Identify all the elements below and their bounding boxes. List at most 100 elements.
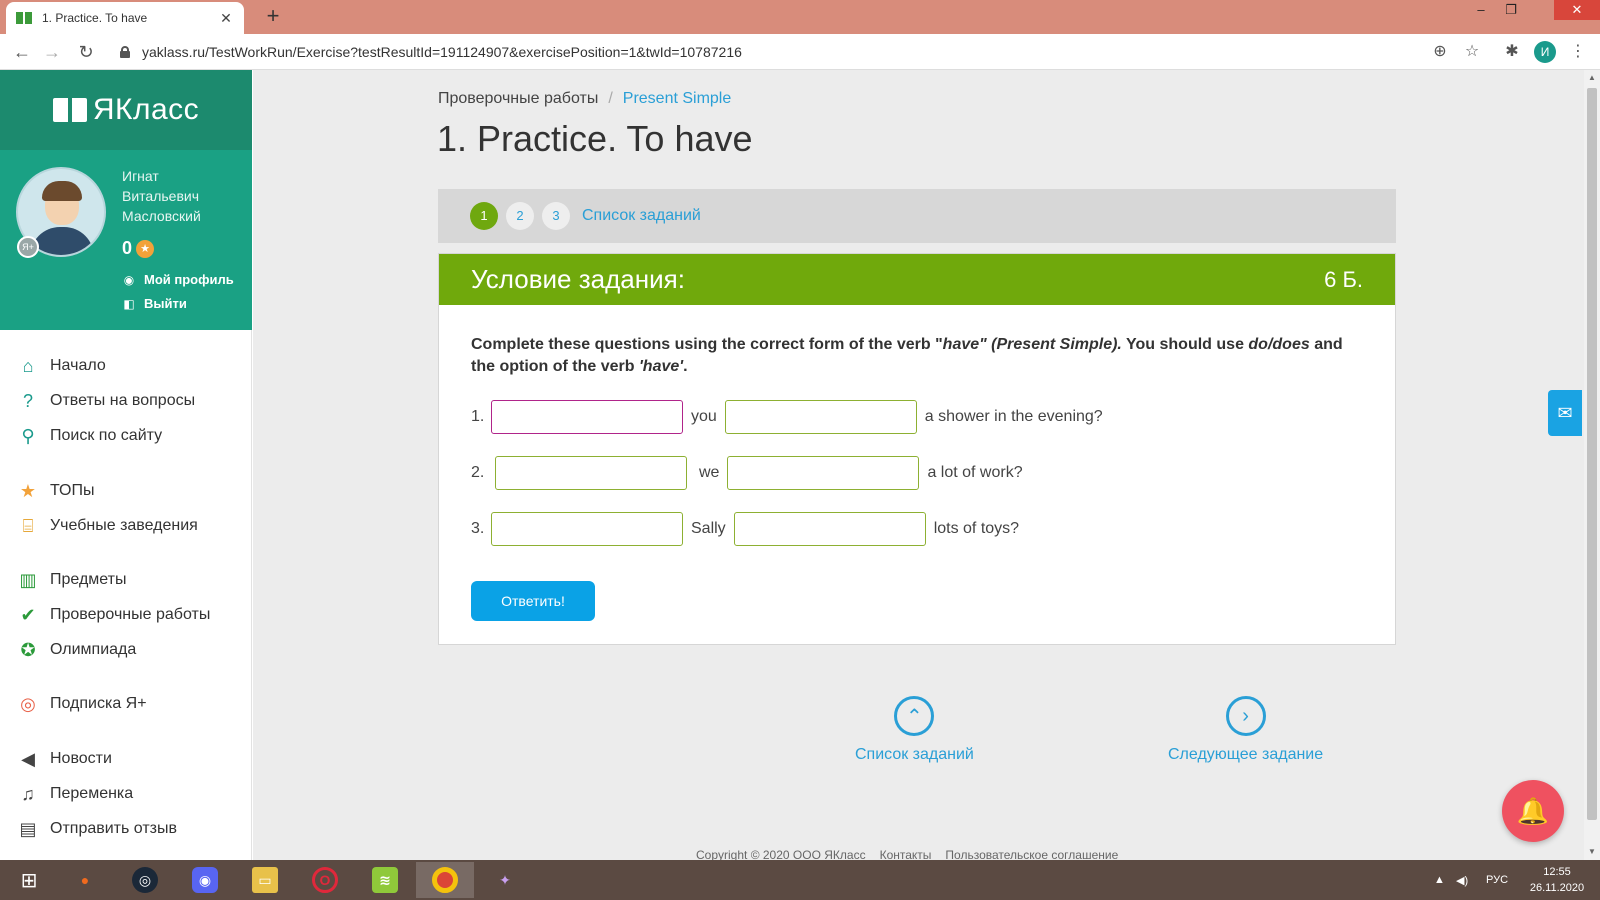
my-profile-link[interactable]: ◉ Мой профиль: [122, 272, 234, 287]
search-icon: ⚲: [21, 425, 35, 446]
submit-answer-button[interactable]: Ответить!: [471, 581, 595, 621]
task-card: Условие задания: 6 Б. Complete these que…: [438, 253, 1396, 645]
microphone-app-icon[interactable]: ●: [56, 862, 114, 898]
chevron-up-icon: ⌃: [894, 696, 935, 736]
window-maximize-button[interactable]: ❐: [1496, 0, 1526, 20]
yaklass-favicon-icon: [16, 12, 32, 24]
step-1[interactable]: 1: [470, 202, 498, 230]
sidebar-item-home[interactable]: ⌂ Начало: [16, 351, 106, 381]
sidebar-item-search[interactable]: ⚲ Поиск по сайту: [16, 421, 162, 451]
task-header-title: Условие задания:: [471, 264, 685, 294]
browser-tab-bar: 1. Practice. To have ✕ + – ❐ ✕: [0, 0, 1600, 34]
sidebar-item-tests[interactable]: ✔ Проверочные работы: [16, 600, 210, 630]
institution-icon: ⌸: [22, 515, 34, 536]
book-icon: ▥: [19, 569, 37, 590]
discord-icon[interactable]: ◉: [176, 862, 234, 898]
breadcrumb-item-present-simple[interactable]: Present Simple: [623, 90, 732, 107]
browser-menu-icon[interactable]: ⋮: [1568, 42, 1588, 62]
next-task-nav[interactable]: › Следующее задание: [1168, 696, 1323, 764]
system-clock[interactable]: 12:55 26.11.2020: [1522, 864, 1592, 896]
game-app-icon[interactable]: ✦: [476, 862, 534, 898]
scroll-down-icon[interactable]: ▼: [1584, 844, 1600, 860]
steam-icon[interactable]: ◎: [116, 862, 174, 898]
bookmark-star-icon[interactable]: ☆: [1462, 42, 1482, 62]
logo-text: ЯКласс: [92, 93, 200, 126]
task-points: 6 Б.: [1324, 266, 1363, 292]
sidebar-item-tops[interactable]: ★ ТОПы: [16, 476, 95, 506]
footer-contacts-link[interactable]: Контакты: [880, 848, 932, 860]
scroll-up-icon[interactable]: ▲: [1584, 70, 1600, 86]
feedback-icon: ▤: [19, 818, 37, 839]
task-list-link[interactable]: Список заданий: [582, 207, 701, 225]
step-2[interactable]: 2: [506, 202, 534, 230]
file-explorer-icon[interactable]: ▭: [236, 862, 294, 898]
question-row-3: 3. Sally lots of toys?: [471, 512, 1019, 546]
answer-input-1b[interactable]: [724, 400, 917, 434]
chevron-right-icon: ›: [1225, 696, 1266, 736]
keyboard-language[interactable]: РУС: [1486, 860, 1508, 900]
footer-agreement-link[interactable]: Пользовательское соглашение: [945, 848, 1118, 860]
forward-arrow-icon[interactable]: →: [40, 40, 64, 64]
megaphone-icon: ◀: [21, 748, 35, 769]
window-minimize-button[interactable]: –: [1466, 0, 1496, 20]
tab-close-icon[interactable]: ✕: [218, 10, 234, 27]
bell-icon: ♫: [21, 783, 35, 804]
page-title: 1. Practice. To have: [437, 118, 753, 159]
task-list-nav[interactable]: ⌃ Список заданий: [855, 696, 974, 764]
answer-input-1a[interactable]: [491, 400, 683, 434]
sidebar-item-institutions[interactable]: ⌸ Учебные заведения: [16, 511, 198, 541]
sidebar-item-olympiad[interactable]: ✪ Олимпиада: [16, 635, 136, 665]
answer-input-2b[interactable]: [727, 456, 920, 490]
install-icon[interactable]: ⊕: [1430, 42, 1450, 62]
page-scrollbar[interactable]: ▲ ▼: [1584, 70, 1600, 860]
medal-icon: ✪: [20, 639, 36, 660]
question-row-2: 2. we a lot of work?: [471, 456, 1023, 490]
mail-icon[interactable]: ✉: [1548, 390, 1582, 436]
user-name[interactable]: Игнат Витальевич Масловский: [122, 166, 242, 226]
os-taskbar: ⊞ ● ◎ ◉ ▭ O ≋ ✦ ▲ ◀) РУС 12:55 26.11.202…: [0, 860, 1600, 900]
answer-input-3b[interactable]: [733, 512, 926, 546]
notification-bell-icon[interactable]: 🔔: [1502, 780, 1564, 842]
logout-icon: ◧: [123, 296, 135, 311]
footer: Copyright © 2020 ООО ЯКласс Контакты Пол…: [696, 848, 1119, 860]
step-3[interactable]: 3: [542, 202, 570, 230]
answer-input-2a[interactable]: [495, 456, 687, 490]
sidebar-item-answers[interactable]: ? Ответы на вопросы: [16, 386, 195, 416]
task-steps: 1 2 3 Список заданий: [438, 189, 1396, 243]
breadcrumb-item-tests[interactable]: Проверочные работы: [438, 90, 598, 107]
sidebar-item-subjects[interactable]: ▥ Предметы: [16, 565, 126, 595]
chrome-icon[interactable]: [416, 862, 474, 898]
reload-icon[interactable]: ↻: [74, 40, 98, 64]
volume-icon[interactable]: ◀): [1456, 860, 1468, 900]
site-logo[interactable]: ЯКласс: [0, 70, 252, 150]
url-field[interactable]: yaklass.ru/TestWorkRun/Exercise?testResu…: [108, 38, 1508, 66]
opera-icon[interactable]: O: [296, 862, 354, 898]
sidebar-item-feedback[interactable]: ▤ Отправить отзыв: [16, 814, 177, 844]
main-content: Проверочные работы / Present Simple 1. Pra…: [253, 70, 1584, 860]
window-close-button[interactable]: ✕: [1554, 0, 1600, 20]
lock-icon: [120, 46, 130, 58]
sidebar-item-news[interactable]: ◀ Новости: [16, 744, 112, 774]
tray-expand-icon[interactable]: ▲: [1434, 860, 1445, 900]
home-icon: ⌂: [22, 355, 34, 376]
question-row-1: 1. you a shower in the evening?: [471, 400, 1103, 434]
back-arrow-icon[interactable]: ←: [10, 40, 34, 64]
browser-tab[interactable]: 1. Practice. To have ✕: [6, 2, 244, 34]
browser-address-bar: ← → ↻ yaklass.ru/TestWorkRun/Exercise?te…: [0, 34, 1600, 70]
subscription-icon: ◎: [20, 693, 36, 714]
user-points: 0 ★: [122, 238, 155, 259]
windows-start-icon[interactable]: ⊞: [0, 862, 58, 898]
new-tab-button[interactable]: +: [260, 4, 286, 30]
extensions-puzzle-icon[interactable]: ✱: [1502, 42, 1522, 62]
profile-icon: ◉: [123, 272, 135, 287]
browser-profile-avatar[interactable]: И: [1534, 41, 1556, 63]
bluestacks-icon[interactable]: ≋: [356, 862, 414, 898]
logout-link[interactable]: ◧ Выйти: [122, 296, 187, 311]
sidebar-item-subscription[interactable]: ◎ Подписка Я+: [16, 689, 146, 719]
star-icon: ★: [19, 480, 37, 501]
sidebar-item-break[interactable]: ♫ Переменка: [16, 779, 133, 809]
scrollbar-thumb[interactable]: [1587, 88, 1597, 820]
answer-input-3a[interactable]: [491, 512, 683, 546]
book-logo-icon: [52, 98, 87, 122]
check-icon: ✔: [20, 604, 36, 625]
